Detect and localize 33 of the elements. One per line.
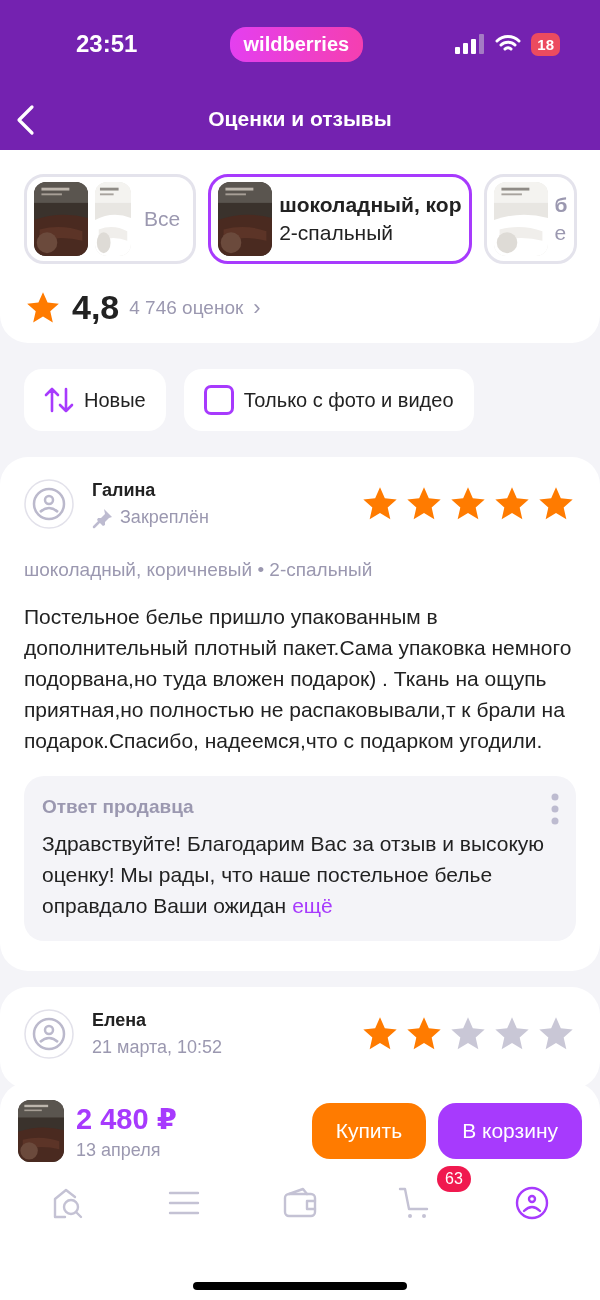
sort-button[interactable]: Новые xyxy=(24,369,166,431)
reply-title: Ответ продавца xyxy=(42,796,194,818)
battery-indicator: 18 xyxy=(531,32,560,56)
pinned-label: Закреплён xyxy=(120,507,209,528)
chevron-icon: › xyxy=(253,294,261,321)
rating-value: 4,8 xyxy=(72,288,120,327)
rating-count[interactable]: 4 746 оценок xyxy=(129,296,244,319)
variant-chip[interactable]: Все xyxy=(24,174,197,264)
cart-count-badge: 63 xyxy=(437,1166,471,1192)
avatar-icon xyxy=(24,1009,74,1059)
profile-icon xyxy=(513,1184,551,1222)
dots-icon xyxy=(550,792,560,826)
reply-text: Здравствуйте! Благодарим Вас за отзыв и высокую оценку! Мы рады, что наше постельное белье оправдало Ваши ожидан ещё xyxy=(42,831,546,919)
variant-chip[interactable]: шоколадный, кор 2-спальный xyxy=(208,174,472,264)
variant-label: шоколадный, коричневый • 2-спальный xyxy=(24,559,374,581)
review-text: Постельное белье пришло упакованным в дополнительный плотный пакет.Сама упаковка немного подорвана,но туда вложен подарок) . Ткань на ощупь приятная,но полностью не распаковывали,т к брали на подарок.Спасибо, надеемся,что с подарком угодили. xyxy=(24,604,573,754)
author-name: Елена xyxy=(92,1010,148,1031)
photo-filter-button[interactable]: Только с фото и видео xyxy=(183,369,474,431)
add-to-cart-button[interactable]: В корзину xyxy=(438,1103,582,1159)
sort-icon xyxy=(44,386,74,414)
page-title: Оценки и отзывы xyxy=(208,107,392,131)
buy-button[interactable]: Купить xyxy=(311,1103,427,1159)
review-date: 21 марта, 10:52 xyxy=(92,1037,223,1058)
more-link[interactable]: ещё xyxy=(292,894,333,917)
variant-chip[interactable]: б е xyxy=(483,174,578,264)
delivery-date: 13 апреля xyxy=(76,1139,162,1161)
avatar-icon xyxy=(24,479,74,529)
brand-logo: wildberries xyxy=(229,26,364,62)
author-name: Галина xyxy=(92,479,157,501)
status-time: 23:51 xyxy=(76,30,138,58)
signal-icon xyxy=(455,34,486,54)
price: 2 480 ₽ xyxy=(76,1101,178,1136)
checkbox[interactable] xyxy=(203,385,234,415)
